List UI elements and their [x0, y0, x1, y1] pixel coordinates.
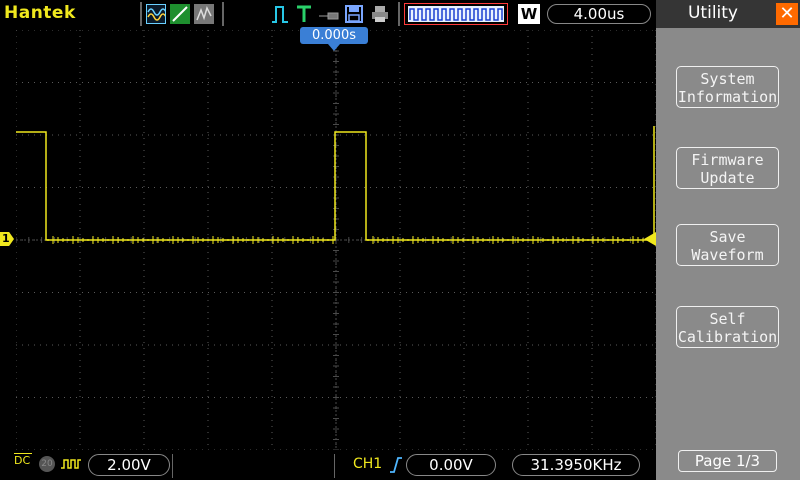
trigger-level-readout[interactable]: 0.00V: [406, 454, 496, 476]
bandwidth-limit-label: 20: [41, 459, 53, 469]
coupling-label: DC: [14, 454, 31, 467]
window-mode-badge[interactable]: W: [518, 4, 540, 24]
trigger-icon[interactable]: [294, 4, 314, 24]
utility-menu-panel: Utility ✕ System Information Firmware Up…: [656, 0, 800, 480]
panel-title-bar: Utility ✕: [656, 0, 800, 28]
trigger-level-marker-icon[interactable]: [644, 232, 656, 246]
brand-logo: Hantek: [4, 3, 76, 23]
self-calibration-button[interactable]: Self Calibration: [676, 306, 779, 348]
button-label-line2: Waveform: [691, 246, 764, 264]
button-label-line2: Calibration: [677, 328, 778, 346]
trigger-position-label: 0.000s: [312, 28, 356, 43]
button-label-line1: Save: [709, 228, 746, 246]
waveform-preview-icon[interactable]: [404, 3, 508, 25]
pulse-icon[interactable]: [270, 4, 290, 24]
dc-coupling-icon: DC: [14, 453, 32, 466]
print-icon[interactable]: [370, 4, 390, 24]
trigger-position-marker[interactable]: 0.000s: [300, 27, 368, 44]
save-waveform-button[interactable]: Save Waveform: [676, 224, 779, 266]
channel-status-bar: DC 20 2.00V CH1 0.00V 31.3950KHz: [0, 450, 656, 480]
button-label-line2: Update: [700, 169, 755, 187]
channel-marker-label: 1: [2, 232, 10, 245]
divider: [140, 2, 142, 26]
sine-wave-icon[interactable]: [146, 4, 167, 24]
divider: [334, 454, 335, 478]
status-bar: Hantek W 4.00us: [0, 0, 656, 28]
save-icon[interactable]: [344, 4, 364, 24]
button-label-line1: Firmware: [691, 151, 764, 169]
divider: [222, 2, 224, 26]
page-indicator-button[interactable]: Page 1/3: [678, 450, 777, 472]
ramp-icon[interactable]: [170, 4, 190, 24]
trigger-source-label: CH1: [353, 456, 383, 472]
divider: [398, 2, 400, 26]
panel-title: Utility: [687, 3, 738, 23]
button-label-line1: System: [700, 70, 755, 88]
divider: [172, 454, 173, 478]
button-label-line1: Self: [709, 310, 746, 328]
waveform-display[interactable]: [16, 30, 656, 450]
frequency-readout: 31.3950KHz: [512, 454, 640, 476]
timebase-readout[interactable]: 4.00us: [547, 4, 651, 24]
trigger-position-arrow-icon: [328, 44, 340, 51]
probe-icon[interactable]: [318, 4, 339, 24]
channel-1-ground-marker[interactable]: 1: [0, 232, 14, 246]
bandwidth-limit-icon: 20: [39, 456, 55, 472]
button-label-line2: Information: [677, 88, 778, 106]
ch1-volts-per-div[interactable]: 2.00V: [88, 454, 170, 476]
noise-icon[interactable]: [194, 4, 214, 24]
close-button[interactable]: ✕: [776, 3, 798, 25]
acquisition-mode-icon: [60, 456, 82, 476]
rising-edge-icon: [389, 456, 403, 478]
firmware-update-button[interactable]: Firmware Update: [676, 147, 779, 189]
close-icon: ✕: [779, 3, 795, 24]
system-information-button[interactable]: System Information: [676, 66, 779, 108]
